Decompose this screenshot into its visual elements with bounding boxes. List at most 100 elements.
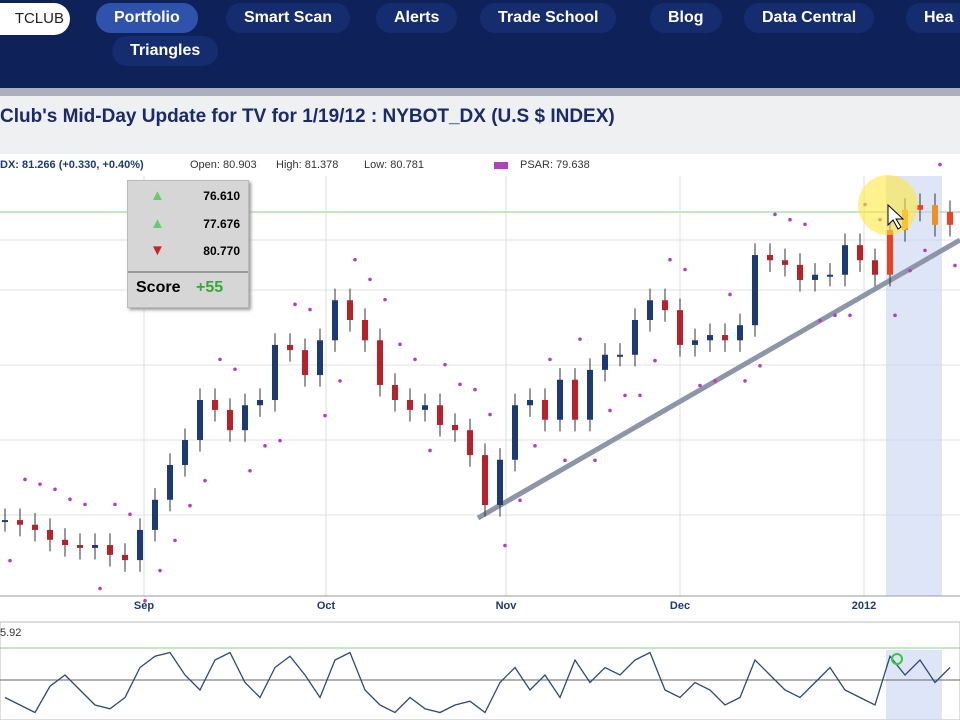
candle [332, 300, 338, 341]
price-chart: Sep Oct Nov Dec 20125.92 [0, 162, 960, 720]
triangle-row: ▼ 80.770 [128, 238, 248, 264]
candle [722, 335, 728, 341]
psar-dot [398, 342, 402, 347]
candle [422, 405, 428, 410]
candle [557, 379, 563, 420]
psar-dot [773, 212, 777, 217]
candle [317, 340, 323, 376]
score-label: Score [136, 279, 181, 296]
candle [497, 459, 503, 505]
psar-dot [428, 448, 432, 453]
psar-dot [308, 307, 312, 312]
psar-dot [608, 408, 612, 413]
oscillator-label: 5.92 [0, 627, 21, 639]
candle [947, 212, 953, 225]
psar-dot [578, 337, 582, 341]
psar-dot [833, 313, 837, 318]
triangle-value: 80.770 [203, 244, 240, 258]
psar-dot [383, 297, 387, 302]
psar-dot [908, 268, 912, 273]
x-tick-label: Nov [496, 600, 518, 612]
psar-dot [893, 313, 897, 318]
candle [752, 255, 758, 326]
psar-dot [698, 383, 702, 388]
candle [287, 344, 293, 351]
candle [542, 400, 548, 420]
green-triangle-icon: ▲ [150, 215, 165, 232]
x-tick-label: 2012 [852, 600, 876, 612]
psar-dot [653, 358, 657, 363]
psar-dot [53, 487, 57, 492]
psar-dot [98, 586, 102, 591]
psar-dot [218, 357, 222, 362]
oscillator-panel [0, 621, 960, 720]
psar-dot [548, 357, 552, 362]
candle [62, 539, 68, 546]
psar-dot [713, 379, 717, 383]
candle [692, 340, 698, 345]
candle [122, 554, 128, 561]
candle [602, 354, 608, 370]
psar-dot [818, 318, 822, 323]
psar-dot [503, 543, 507, 548]
candle [77, 545, 83, 548]
psar-dot [38, 482, 42, 486]
psar-dot [263, 444, 267, 448]
candle [737, 325, 743, 341]
candle [767, 255, 773, 261]
candle [887, 230, 893, 275]
psar-dot [353, 257, 357, 262]
psar-dot [248, 468, 252, 473]
highlight-band [886, 176, 942, 596]
psar-dot [203, 478, 207, 483]
triangle-row: ▲ 76.610 [128, 183, 248, 209]
candle [257, 400, 263, 406]
candle [857, 245, 863, 261]
psar-dot [638, 393, 642, 398]
psar-dot [278, 438, 282, 443]
psar-dot [758, 364, 762, 368]
candle [872, 260, 878, 275]
candle [272, 344, 278, 401]
triangle-value: 76.610 [203, 189, 240, 203]
psar-dot [23, 477, 27, 482]
psar-dot [188, 503, 192, 508]
triangle-value: 77.676 [203, 217, 240, 231]
psar-dot [368, 277, 372, 282]
candle [797, 264, 803, 280]
candle [17, 520, 23, 525]
candle [242, 405, 248, 431]
x-tick-label: Oct [317, 600, 336, 612]
psar-dot [158, 568, 162, 573]
candle [632, 319, 638, 355]
psar-dot [623, 393, 627, 398]
candle [107, 545, 113, 555]
psar-dot [563, 458, 567, 463]
psar-dot [788, 217, 792, 222]
candle [677, 310, 683, 345]
psar-dot [518, 498, 522, 503]
psar-dot [683, 267, 687, 272]
candle [407, 400, 413, 410]
candle [932, 205, 938, 225]
score: Score +55 [128, 271, 248, 303]
psar-dot [473, 387, 477, 392]
candle [512, 405, 518, 460]
psar-dot [233, 367, 237, 372]
candle [782, 260, 788, 265]
psar-dot [443, 362, 447, 367]
candle [182, 440, 188, 465]
psar-dot [293, 302, 297, 307]
candle [92, 545, 98, 548]
psar-dot [83, 502, 87, 507]
candle [152, 499, 158, 530]
candle [572, 379, 578, 420]
candle [197, 400, 203, 441]
psar-dot [803, 222, 807, 227]
psar-dot [743, 379, 747, 383]
psar-dot [458, 382, 462, 387]
psar-dot [488, 412, 492, 417]
psar-dot [923, 248, 927, 253]
candle [827, 274, 833, 277]
psar-dot [338, 379, 342, 383]
